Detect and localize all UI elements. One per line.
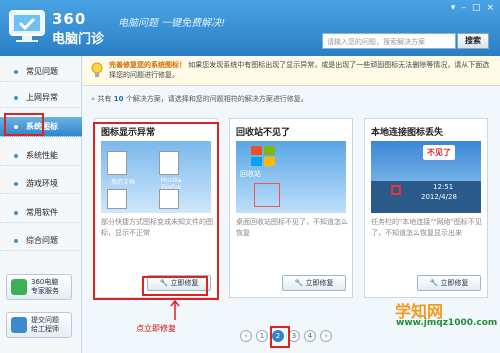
tip-banner: 完善修复您的系统图标！ 如果您发现系统中有图标出现了显示异常，或是出现了一些顽固…: [83, 56, 500, 86]
monitor-logo-icon: [9, 10, 45, 42]
sidebar-item-label: 常用软件: [26, 208, 58, 217]
missing-icon-outline: [254, 183, 280, 207]
sidebar-item-network[interactable]: 上网异常: [0, 88, 82, 108]
card-image: 不见了 12:51 2012/4/28: [371, 141, 481, 213]
solution-card-network-icon[interactable]: 本地连接图标丢失 不见了 12:51 2012/4/28 任务栏的"本地连接""…: [364, 118, 488, 298]
lightbulb-icon: [91, 62, 103, 77]
sidebar-item-label: 游戏环境: [26, 179, 58, 188]
count-number: 10: [113, 95, 124, 103]
solution-card-recycle-bin[interactable]: 回收站不见了 回收站 桌面回收站图标不见了，不知道怎么恢复 🔧 立即修复: [229, 118, 353, 298]
wrench-icon: 🔧: [429, 279, 439, 287]
missing-badge: 不见了: [423, 145, 455, 160]
taskbar-date: 2012/4/28: [421, 193, 457, 201]
submit-button-line1: 提交问题: [31, 316, 59, 324]
sidebar-item-game[interactable]: 游戏环境: [0, 174, 82, 194]
expert-avatar-icon: [11, 279, 27, 295]
prev-page-button[interactable]: ‹: [240, 330, 252, 342]
taskbar-time: 12:51: [433, 183, 454, 191]
sidebar-item-label: 系统性能: [26, 151, 58, 160]
highlight-box-page: [270, 326, 290, 348]
down-arrow-annotation-icon: [170, 300, 180, 320]
submit-button-line2: 给工程师: [31, 325, 59, 333]
logo-subtitle: 电脑门诊: [52, 32, 105, 47]
maximize-icon[interactable]: □: [472, 3, 481, 13]
app-window: 360 电脑门诊 电脑问题 一键免费解决! ▾ – □ × 请输入您的问题，搜索…: [0, 0, 500, 353]
card-description: 桌面回收站图标不见了，不知道怎么恢复: [236, 218, 348, 237]
search-input[interactable]: 请输入您的问题，搜索解决方案: [322, 33, 456, 49]
network-icon-slot: [391, 185, 401, 195]
highlight-box-card: [93, 122, 219, 300]
header: 360 电脑门诊 电脑问题 一键免费解决! ▾ – □ × 请输入您的问题，搜索…: [0, 0, 500, 56]
menu-icon[interactable]: ▾: [451, 3, 456, 13]
sidebar-item-label: 综合问题: [26, 236, 58, 245]
fix-now-button[interactable]: 🔧 立即修复: [282, 275, 346, 291]
card-description: 任务栏的"本地连接""网络"图标不见了，不知道怎么恢复显示出来: [371, 218, 482, 237]
next-page-button[interactable]: ›: [320, 330, 332, 342]
fix-button-label: 立即修复: [440, 279, 469, 287]
count-suffix: 个解决方案，请选择和您的问题相符的解决方案进行修复。: [125, 95, 308, 103]
slogan: 电脑问题 一键免费解决!: [118, 18, 226, 29]
sidebar-item-general[interactable]: 综合问题: [0, 231, 82, 251]
fix-button-label: 立即修复: [305, 279, 334, 287]
window-controls: ▾ – □ ×: [451, 3, 494, 13]
card-image: 回收站: [236, 141, 346, 213]
watermark-url: www.jmqz1000.com: [396, 318, 498, 328]
page-4[interactable]: 4: [304, 330, 316, 342]
windows-logo-icon: [251, 146, 275, 166]
solution-count: » 共有 10 个解决方案，请选择和您的问题相符的解决方案进行修复。: [91, 94, 308, 104]
expert-button-line2: 专家服务: [31, 287, 59, 295]
search-button[interactable]: 搜索: [457, 33, 489, 49]
sidebar-item-common[interactable]: 常见问题: [0, 62, 82, 82]
sidebar-item-label: 上网异常: [26, 93, 58, 102]
sidebar-item-software[interactable]: 常用软件: [0, 203, 82, 223]
minimize-icon[interactable]: –: [461, 3, 466, 13]
icon-label: 回收站: [240, 170, 261, 178]
card-title: 回收站不见了: [236, 128, 291, 138]
highlight-box-fix-button: [142, 276, 208, 296]
sidebar: 常见问题 上网异常 系统图标 系统性能 游戏环境 常用软件 综合问题 360电脑…: [0, 56, 82, 353]
expert-button-line1: 360电脑: [31, 278, 59, 286]
fix-now-button[interactable]: 🔧 立即修复: [417, 275, 481, 291]
sidebar-item-label: 常见问题: [26, 67, 58, 76]
submit-question-button[interactable]: 提交问题 给工程师: [6, 312, 72, 338]
close-icon[interactable]: ×: [486, 3, 494, 13]
arrow-icon: »: [91, 95, 96, 103]
engineer-avatar-icon: [11, 317, 27, 333]
tip-title: 完善修复您的系统图标！: [109, 61, 186, 69]
count-prefix: 共有: [97, 95, 112, 103]
card-title: 本地连接图标丢失: [371, 128, 444, 138]
annotation-text: 点立即修复: [136, 324, 176, 333]
logo-title: 360: [52, 10, 87, 28]
wrench-icon: 🔧: [294, 279, 304, 287]
highlight-box-sidebar: [4, 113, 44, 136]
expert-service-button[interactable]: 360电脑 专家服务: [6, 274, 72, 300]
sidebar-item-performance[interactable]: 系统性能: [0, 146, 82, 166]
page-1[interactable]: 1: [256, 330, 268, 342]
